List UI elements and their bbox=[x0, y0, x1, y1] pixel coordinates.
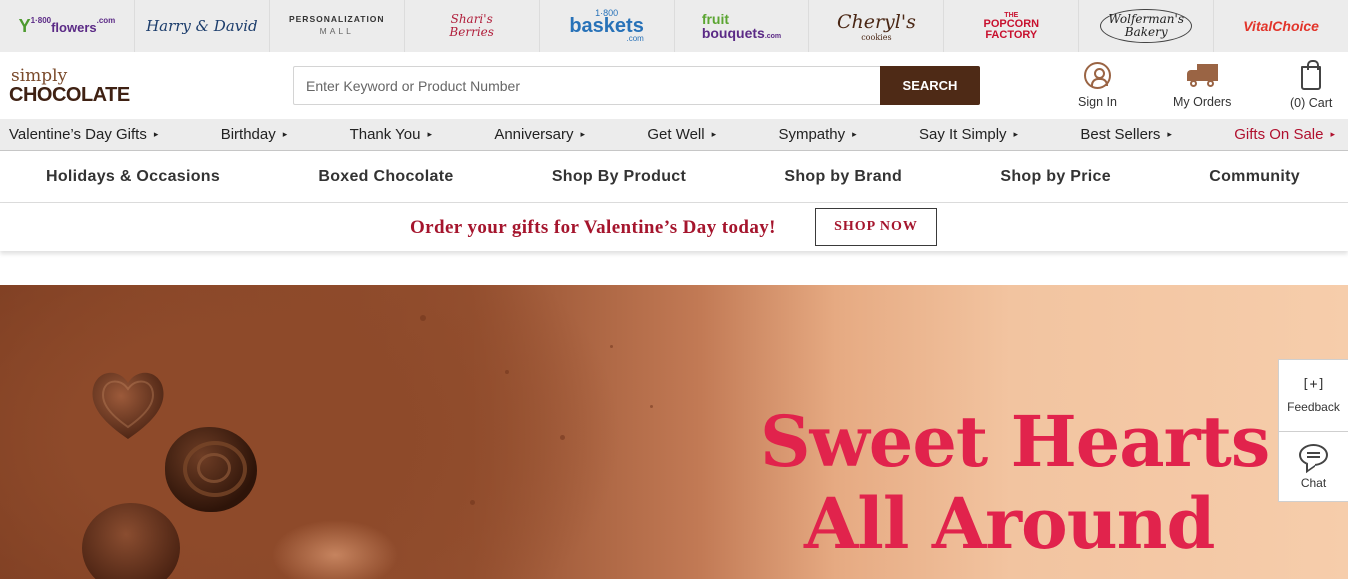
chat-bubble-icon bbox=[1299, 443, 1328, 466]
brand-wolfermans[interactable]: Wolferman's Bakery bbox=[1079, 0, 1215, 52]
category-shop-by-brand[interactable]: Shop by Brand bbox=[784, 168, 902, 186]
brand-popcorn-factory[interactable]: THE POPCORN FACTORY bbox=[944, 0, 1080, 52]
simply-chocolate-logo[interactable]: simply CHOCOLATE bbox=[9, 66, 130, 106]
sharis-berries-logo: Shari's Berries bbox=[449, 11, 494, 39]
cart-label: (0) Cart bbox=[1290, 96, 1333, 110]
brand-sharis-berries[interactable]: Shari's Berries bbox=[405, 0, 540, 52]
occasion-anniversary[interactable]: Anniversary ▸ bbox=[494, 126, 585, 143]
category-holidays-occasions[interactable]: Holidays & Occasions bbox=[46, 168, 220, 186]
cart-link[interactable]: (0) Cart bbox=[1290, 60, 1333, 110]
cocoa-speck bbox=[420, 315, 426, 321]
brand-personalization-mall[interactable]: PERSONALIZATION MALL bbox=[270, 0, 405, 52]
cocoa-speck bbox=[470, 500, 475, 505]
caret-right-icon: ▸ bbox=[1167, 129, 1172, 139]
caret-right-icon: ▸ bbox=[711, 129, 717, 139]
flowers-logo: Y1·800flowers.com bbox=[18, 15, 116, 36]
chat-button[interactable]: Chat bbox=[1279, 431, 1348, 501]
category-community[interactable]: Community bbox=[1209, 168, 1300, 186]
hero-headline-line2: All Around bbox=[804, 482, 1215, 565]
flower-chocolate-image bbox=[82, 503, 180, 579]
site-header: simply CHOCOLATE SEARCH Sign In My Order… bbox=[0, 52, 1348, 119]
logo-text-bottom: CHOCOLATE bbox=[9, 84, 130, 106]
caret-right-icon: ▸ bbox=[153, 129, 159, 139]
personalization-mall-logo: PERSONALIZATION MALL bbox=[288, 14, 385, 36]
plus-bracket-icon: [+] bbox=[1301, 377, 1326, 392]
shopping-bag-icon bbox=[1301, 60, 1322, 90]
caret-right-icon: ▸ bbox=[852, 129, 857, 139]
category-nav: Holidays & Occasions Boxed Chocolate Sho… bbox=[0, 151, 1348, 203]
occasion-nav: Valentine’s Day Gifts ▸ Birthday ▸ Thank Y… bbox=[0, 119, 1348, 151]
caret-right-icon: ▸ bbox=[1013, 129, 1019, 139]
promo-banner: Order your gifts for Valentine’s Day tod… bbox=[0, 203, 1348, 251]
popcorn-factory-logo: THE POPCORN FACTORY bbox=[983, 11, 1040, 41]
brand-bar: Y1·800flowers.com Harry & David PERSONAL… bbox=[0, 0, 1348, 52]
occasion-thank-you[interactable]: Thank You ▸ bbox=[350, 126, 432, 143]
cheryls-logo: Cheryl's cookies bbox=[836, 10, 916, 42]
hero-headline: Sweet Hearts All Around bbox=[760, 400, 1270, 565]
heart-chocolate-image bbox=[92, 372, 164, 439]
my-orders-link[interactable]: My Orders bbox=[1173, 62, 1231, 109]
occasion-gifts-on-sale[interactable]: Gifts On Sale ▸ bbox=[1234, 126, 1335, 143]
swirl-chocolate-image bbox=[165, 427, 257, 512]
hero-headline-line1: Sweet Hearts bbox=[760, 400, 1270, 483]
occasion-birthday[interactable]: Birthday ▸ bbox=[221, 126, 288, 143]
chat-label: Chat bbox=[1300, 475, 1327, 490]
occasion-sympathy[interactable]: Sympathy ▸ bbox=[778, 126, 856, 143]
cocoa-speck bbox=[650, 405, 653, 408]
promo-message: Order your gifts for Valentine’s Day tod… bbox=[410, 217, 776, 238]
side-widget: [+] Feedback Chat bbox=[1278, 359, 1348, 502]
sign-in-label: Sign In bbox=[1078, 95, 1117, 109]
feedback-label: Feedback bbox=[1287, 400, 1340, 414]
category-shop-by-price[interactable]: Shop by Price bbox=[1000, 168, 1111, 186]
search-form: SEARCH bbox=[293, 66, 980, 105]
wolfermans-logo: Wolferman's Bakery bbox=[1100, 8, 1192, 44]
truck-icon bbox=[1185, 62, 1219, 89]
brand-fruit-bouquets[interactable]: fruit bouquets.com bbox=[675, 0, 810, 52]
occasion-valentines-day[interactable]: Valentine’s Day Gifts ▸ bbox=[9, 126, 158, 143]
sign-in-link[interactable]: Sign In bbox=[1078, 62, 1117, 109]
brand-cheryls[interactable]: Cheryl's cookies bbox=[809, 0, 945, 52]
user-icon bbox=[1083, 62, 1111, 89]
caret-right-icon: ▸ bbox=[282, 129, 288, 139]
caret-right-icon: ▸ bbox=[1330, 129, 1335, 139]
feedback-button[interactable]: [+] Feedback bbox=[1279, 360, 1348, 431]
occasion-best-sellers[interactable]: Best Sellers ▸ bbox=[1080, 126, 1172, 143]
hero-banner[interactable]: Sweet Hearts All Around bbox=[0, 285, 1348, 579]
caret-right-icon: ▸ bbox=[580, 129, 586, 139]
cocoa-speck bbox=[505, 370, 509, 374]
category-boxed-chocolate[interactable]: Boxed Chocolate bbox=[318, 168, 453, 186]
caret-right-icon: ▸ bbox=[427, 129, 432, 139]
cocoa-speck bbox=[610, 345, 613, 348]
occasion-get-well[interactable]: Get Well ▸ bbox=[647, 126, 716, 143]
baskets-logo: 1·800 baskets .com bbox=[569, 8, 644, 44]
cocoa-speck bbox=[560, 435, 565, 440]
my-orders-label: My Orders bbox=[1173, 95, 1232, 109]
brand-vital-choice[interactable]: VitalChoice bbox=[1214, 0, 1348, 52]
vital-choice-logo: VitalChoice bbox=[1243, 18, 1319, 34]
fruit-bouquets-logo: fruit bouquets.com bbox=[701, 11, 782, 41]
shop-now-button[interactable]: SHOP NOW bbox=[815, 208, 937, 246]
category-shop-by-product[interactable]: Shop By Product bbox=[552, 168, 686, 186]
harry-david-logo: Harry & David bbox=[146, 17, 258, 35]
search-button[interactable]: SEARCH bbox=[880, 66, 980, 105]
occasion-say-it-simply[interactable]: Say It Simply ▸ bbox=[919, 126, 1018, 143]
brand-harry-david[interactable]: Harry & David bbox=[135, 0, 270, 52]
logo-text-top: simply bbox=[11, 66, 68, 86]
brand-flowers[interactable]: Y1·800flowers.com bbox=[0, 0, 135, 52]
brand-baskets[interactable]: 1·800 baskets .com bbox=[540, 0, 675, 52]
search-input[interactable] bbox=[293, 66, 880, 105]
